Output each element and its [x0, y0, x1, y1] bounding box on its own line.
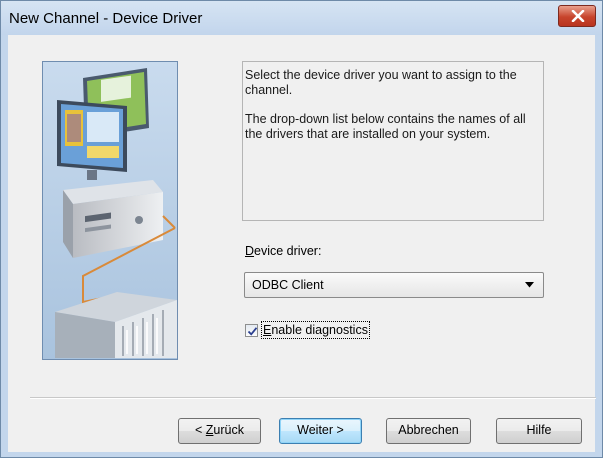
enable-diagnostics-label[interactable]: Enable diagnostics: [261, 321, 370, 339]
description-text-1: Select the device driver you want to ass…: [245, 68, 517, 97]
chevron-down-icon: [525, 282, 534, 288]
device-driver-value: ODBC Client: [252, 278, 324, 292]
back-button[interactable]: < Zurück: [178, 418, 261, 444]
device-driver-label-rest: evice driver:: [254, 244, 322, 258]
back-button-prefix: <: [195, 423, 206, 437]
enable-diagnostics-checkbox[interactable]: [245, 324, 258, 337]
device-driver-label: Device driver:: [245, 244, 321, 258]
window-title: New Channel - Device Driver: [9, 10, 203, 27]
device-driver-label-accel: D: [245, 244, 255, 258]
device-driver-select[interactable]: ODBC Client: [244, 272, 544, 298]
checkmark-icon: [247, 327, 258, 336]
description-box: Select the device driver you want to ass…: [242, 61, 544, 221]
description-text-2: The drop-down list below contains the na…: [245, 112, 526, 141]
cancel-button[interactable]: Abbrechen: [386, 418, 471, 444]
title-bar[interactable]: New Channel - Device Driver: [1, 1, 602, 35]
enable-diagnostics-label-rest: nable diagnostics: [271, 323, 368, 337]
separator: [30, 397, 596, 399]
dialog-body: Select the device driver you want to ass…: [8, 35, 596, 452]
dialog-window: New Channel - Device Driver Select the d…: [0, 0, 603, 458]
pc-and-plc-network-illustration: [42, 61, 178, 360]
help-button[interactable]: Hilfe: [496, 418, 582, 444]
close-icon: [571, 10, 585, 22]
back-button-rest: urück: [213, 423, 244, 437]
next-button[interactable]: Weiter >: [279, 418, 362, 444]
close-button[interactable]: [558, 5, 596, 27]
